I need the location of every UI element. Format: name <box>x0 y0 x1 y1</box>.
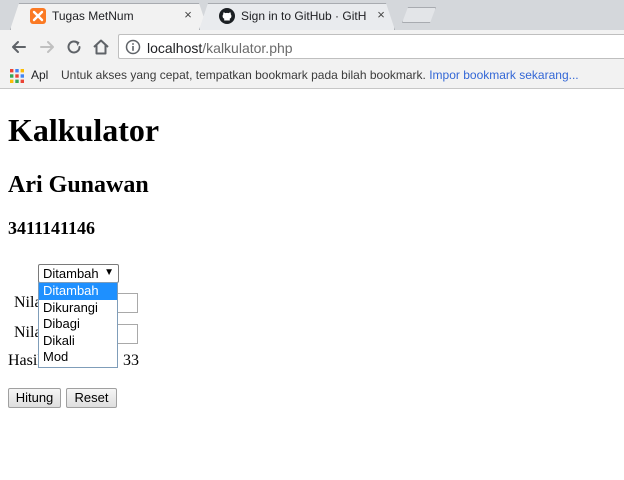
dropdown-arrow-icon: ▼ <box>104 267 114 278</box>
operation-select-value: Ditambah <box>43 266 99 281</box>
import-bookmarks-link[interactable]: Impor bookmark sekarang... <box>429 68 578 82</box>
address-bar[interactable]: localhost/kalkulator.php <box>118 34 624 59</box>
url-path: /kalkulator.php <box>202 40 293 56</box>
nilai2-input[interactable] <box>116 324 138 344</box>
option-dikali[interactable]: Dikali <box>39 333 117 350</box>
result-label: Hasil <box>8 352 42 369</box>
browser-toolbar: localhost/kalkulator.php <box>0 30 624 63</box>
reload-icon[interactable] <box>64 37 84 57</box>
option-dibagi[interactable]: Dibagi <box>39 316 117 333</box>
info-icon[interactable] <box>125 39 141 55</box>
url-text: localhost/kalkulator.php <box>147 40 293 56</box>
option-dikurangi[interactable]: Dikurangi <box>39 300 117 317</box>
apps-grid-icon[interactable] <box>10 69 24 83</box>
home-icon[interactable] <box>91 37 111 57</box>
tab-strip: Tugas MetNum × Sign in to GitHub · GitHu… <box>0 0 624 30</box>
hitung-button[interactable]: Hitung <box>8 388 61 408</box>
tab-github-signin[interactable]: Sign in to GitHub · GitHub × <box>199 3 395 30</box>
operation-select[interactable]: Ditambah ▼ <box>38 264 119 283</box>
option-ditambah[interactable]: Ditambah <box>39 283 117 300</box>
new-tab-button[interactable] <box>402 7 436 23</box>
back-arrow-icon[interactable] <box>9 37 29 57</box>
tab-title: Sign in to GitHub · GitHub <box>241 9 366 23</box>
student-name: Ari Gunawan <box>8 172 149 198</box>
tab-title: Tugas MetNum <box>52 9 134 23</box>
nilai1-input[interactable] <box>116 293 138 313</box>
github-icon <box>219 8 235 24</box>
page-content: Kalkulator Ari Gunawan 3411141146 Ditamb… <box>0 90 624 480</box>
result-value: 33 <box>123 352 139 369</box>
bookmarks-hint-text: Untuk akses yang cepat, tempatkan bookma… <box>61 68 426 82</box>
tab-tugas-metnum[interactable]: Tugas MetNum × <box>10 3 208 30</box>
student-id: 3411141146 <box>8 218 96 238</box>
close-icon[interactable]: × <box>373 7 389 23</box>
page-title: Kalkulator <box>8 112 160 148</box>
bookmarks-hint: Untuk akses yang cepat, tempatkan bookma… <box>61 68 579 82</box>
forward-arrow-icon[interactable] <box>37 37 57 57</box>
option-mod[interactable]: Mod <box>39 349 117 366</box>
url-host: localhost <box>147 40 203 56</box>
operation-dropdown-list: Ditambah Dikurangi Dibagi Dikali Mod <box>38 282 118 368</box>
bookmarks-bar: Apl Untuk akses yang cepat, tempatkan bo… <box>0 63 624 89</box>
close-icon[interactable]: × <box>180 7 196 23</box>
reset-button[interactable]: Reset <box>66 388 117 408</box>
xampp-icon <box>30 8 46 24</box>
apps-shortcut[interactable]: Apl <box>31 68 48 82</box>
